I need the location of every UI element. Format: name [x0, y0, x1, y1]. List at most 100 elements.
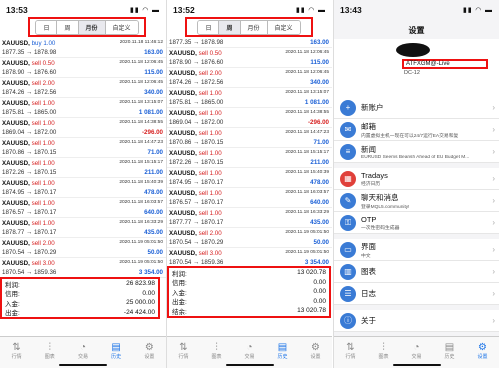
summary-row: 出金: 0.00: [169, 297, 329, 307]
period-tab[interactable]: 日: [198, 20, 220, 34]
period-tab[interactable]: 自定义: [105, 20, 138, 34]
tab-history[interactable]: ▤ 历史: [435, 341, 465, 361]
settings-item-text: 新闻 EURUSD Seems Bearish Ahead of EU Budge…: [361, 144, 490, 160]
tab-history[interactable]: ▤ 历史: [101, 341, 131, 361]
trade-volume: 3.00: [42, 260, 55, 267]
trade-row[interactable]: XAUUSD, sell 2.00 2020.11.19 05:01:50 1870…: [167, 228, 332, 248]
trade-row[interactable]: XAUUSD, sell 0.50 2020.11.18 12:06:45 1878…: [167, 48, 332, 68]
trade-row[interactable]: XAUUSD, sell 1.00 2020.11.18 14:47:23 1870…: [167, 128, 332, 148]
tab-history[interactable]: ▤ 历史: [268, 341, 298, 361]
tab-settings[interactable]: ⚙ 设置: [134, 341, 164, 361]
settings-item-title: 邮箱: [361, 121, 376, 131]
trade-row[interactable]: XAUUSD, sell 1.00 2020.11.18 16:03:57 1876…: [167, 188, 332, 208]
trade-header: XAUUSD, sell 1.00: [169, 210, 222, 217]
trade-row[interactable]: XAUUSD, sell 2.00 2020.11.18 12:06:45 1874…: [167, 68, 332, 88]
settings-item-news[interactable]: ≡ 新闻 EURUSD Seems Bearish Ahead of EU Budg…: [334, 141, 499, 163]
tab-trade[interactable]: ◔ 交易: [235, 341, 265, 361]
settings-item-charts[interactable]: ▥ 图表 ›: [334, 261, 499, 283]
chevron-right-icon: ›: [492, 147, 495, 156]
trade-prices: 1869.04 → 1872.00: [169, 119, 224, 126]
period-tab[interactable]: 日: [36, 20, 58, 34]
trade-side: sell: [31, 120, 41, 127]
history-icon: ▤: [444, 341, 455, 353]
trade-row[interactable]: XAUUSD, sell 1.00 2020.11.18 14:38:55 1869…: [0, 118, 166, 138]
trade-row[interactable]: XAUUSD, sell 3.00 2020.11.19 05:01:50 1870…: [0, 258, 166, 278]
status-time: 13:43: [340, 4, 362, 15]
settings-item-tradays[interactable]: ▦ Tradays 经济日历 ›: [334, 168, 499, 190]
tab-settings[interactable]: ⚙ 设置: [301, 341, 331, 361]
trade-time: 2020.11.19 05:01:50: [119, 260, 163, 265]
period-tab[interactable]: 周: [57, 20, 79, 34]
tab-chart[interactable]: ⫶ 图表: [369, 341, 399, 361]
period-tab[interactable]: 月份: [240, 20, 268, 34]
tab-quotes[interactable]: ⇅ 行情: [336, 341, 366, 361]
trade-row[interactable]: XAUUSD, sell 1.00 2020.11.18 13:15:07 1875…: [167, 88, 332, 108]
tab-quotes[interactable]: ⇅ 行情: [2, 341, 32, 361]
interface-icon: ▭: [340, 241, 356, 258]
trade-list[interactable]: XAUUSD, buy 1.00 2020.11.18 11:46:12 1877.…: [0, 38, 166, 278]
tab-trade[interactable]: ◔ 交易: [402, 341, 432, 361]
trade-profit: 340.00: [310, 79, 329, 86]
settings-item-otp[interactable]: ⚿ OTP 一次性密码生成器 ›: [334, 212, 499, 234]
tab-chart[interactable]: ⫶ 图表: [202, 341, 232, 361]
trade-row[interactable]: XAUUSD, sell 1.00 2020.11.18 15:15:17 1872…: [0, 158, 166, 178]
trade-profit: 1 081.00: [304, 99, 329, 106]
chevron-right-icon: ›: [492, 196, 495, 205]
settings-item-text: 聊天和消息 登录MQL5.community!: [361, 192, 490, 210]
trade-prices: 1876.57 → 1870.17: [2, 209, 57, 216]
trade-header: XAUUSD, sell 3.00: [2, 260, 55, 267]
trade-header: XAUUSD, sell 1.00: [2, 200, 55, 207]
summary-value: 0.00: [313, 278, 326, 286]
period-tab[interactable]: 自定义: [267, 20, 300, 34]
trade-row[interactable]: XAUUSD, sell 1.00 2020.11.18 16:33:29 1878…: [0, 218, 166, 238]
settings-item-new-account[interactable]: + 新账户 ›: [334, 97, 499, 119]
trade-row[interactable]: XAUUSD, sell 3.00 2020.11.19 05:01:50 1870…: [167, 248, 332, 268]
history-screen-month: 13:53 ▮▮ ◠ ▬ 日周月份 自定义 XAUUSD, buy 1.00 202…: [0, 0, 166, 368]
screenshot-collage: 13:53 ▮▮ ◠ ▬ 日周月份 自定义 XAUUSD, buy 1.00 202…: [0, 0, 499, 368]
trade-row[interactable]: XAUUSD, sell 0.50 2020.11.18 12:06:45 1878…: [0, 58, 166, 78]
chat-messages-icon: ✎: [340, 192, 356, 209]
settings-item-journal[interactable]: ☰ 日志 ›: [334, 283, 499, 305]
trade-row[interactable]: XAUUSD, sell 1.00 2020.11.18 15:15:17 1872…: [167, 148, 332, 168]
trade-side: sell: [31, 100, 41, 107]
settings-item-title: 关于: [361, 316, 376, 325]
tab-settings[interactable]: ⚙ 设置: [468, 341, 498, 361]
trade-side: sell: [31, 220, 41, 227]
summary-row: 入金: 0.00: [169, 287, 329, 297]
mailbox-icon: ✉: [340, 121, 356, 138]
trade-header: XAUUSD, sell 1.00: [169, 170, 222, 177]
trade-row[interactable]: XAUUSD, sell 1.00 2020.11.18 15:40:39 1874…: [0, 178, 166, 198]
trade-symbol: XAUUSD,: [2, 120, 30, 127]
trade-row[interactable]: XAUUSD, buy 1.00 2020.11.18 11:46:12 1877.…: [0, 38, 166, 58]
trade-profit: -296.00: [142, 129, 163, 136]
trade-row[interactable]: XAUUSD, sell 1.00 2020.11.18 15:40:39 1874…: [167, 168, 332, 188]
trade-row-partial[interactable]: 1877.35 → 1878.98 163.00: [167, 38, 332, 48]
tab-quotes[interactable]: ⇅ 行情: [169, 341, 199, 361]
period-tab[interactable]: 月份: [78, 20, 106, 34]
trade-row[interactable]: XAUUSD, sell 1.00 2020.11.18 16:33:29 1877…: [167, 208, 332, 228]
trade-row[interactable]: XAUUSD, sell 2.00 2020.11.19 05:01:50 1870…: [0, 238, 166, 258]
trade-symbol: XAUUSD,: [169, 50, 197, 57]
settings-item-chat-messages[interactable]: ✎ 聊天和消息 登录MQL5.community! ›: [334, 190, 499, 212]
trade-row[interactable]: XAUUSD, sell 1.00 2020.11.18 14:38:55 1869…: [167, 108, 332, 128]
trade-row[interactable]: XAUUSD, sell 1.00 2020.11.18 16:03:57 1876…: [0, 198, 166, 218]
settings-item-about[interactable]: ⓘ 关于 ›: [334, 310, 499, 332]
trade-volume: 1.00: [42, 220, 55, 227]
trade-row[interactable]: XAUUSD, sell 1.00 2020.11.18 14:47:23 1870…: [0, 138, 166, 158]
tab-trade[interactable]: ◔ 交易: [68, 341, 98, 361]
account-card[interactable]: ATFXGM@-Live DC-12: [334, 39, 499, 97]
period-tab[interactable]: 周: [219, 20, 241, 34]
summary-row: 利润: 13 020.78: [169, 268, 329, 278]
trade-profit: 435.00: [310, 219, 329, 226]
settings-item-mailbox[interactable]: ✉ 邮箱 内置虚拟主机一现在可以24/7运行EA交易和复 ›: [334, 119, 499, 141]
trade-list[interactable]: 1877.35 → 1878.98 163.00 XAUUSD, sell 0.50…: [167, 38, 332, 268]
settings-item-interface[interactable]: ▭ 界面 中文 ›: [334, 239, 499, 261]
trade-row[interactable]: XAUUSD, sell 1.00 2020.11.18 13:15:07 1875…: [0, 98, 166, 118]
trade-time: 2020.11.18 12:06:45: [119, 60, 163, 65]
tab-chart[interactable]: ⫶ 图表: [35, 341, 65, 361]
settings-item-subtitle: 经济日历: [361, 181, 381, 187]
tab-label: 设置: [144, 354, 155, 360]
trade-row[interactable]: XAUUSD, sell 2.00 2020.11.18 12:06:45 1874…: [0, 78, 166, 98]
tab-label: 行情: [178, 354, 189, 360]
settings-item-title: OTP: [361, 214, 377, 224]
